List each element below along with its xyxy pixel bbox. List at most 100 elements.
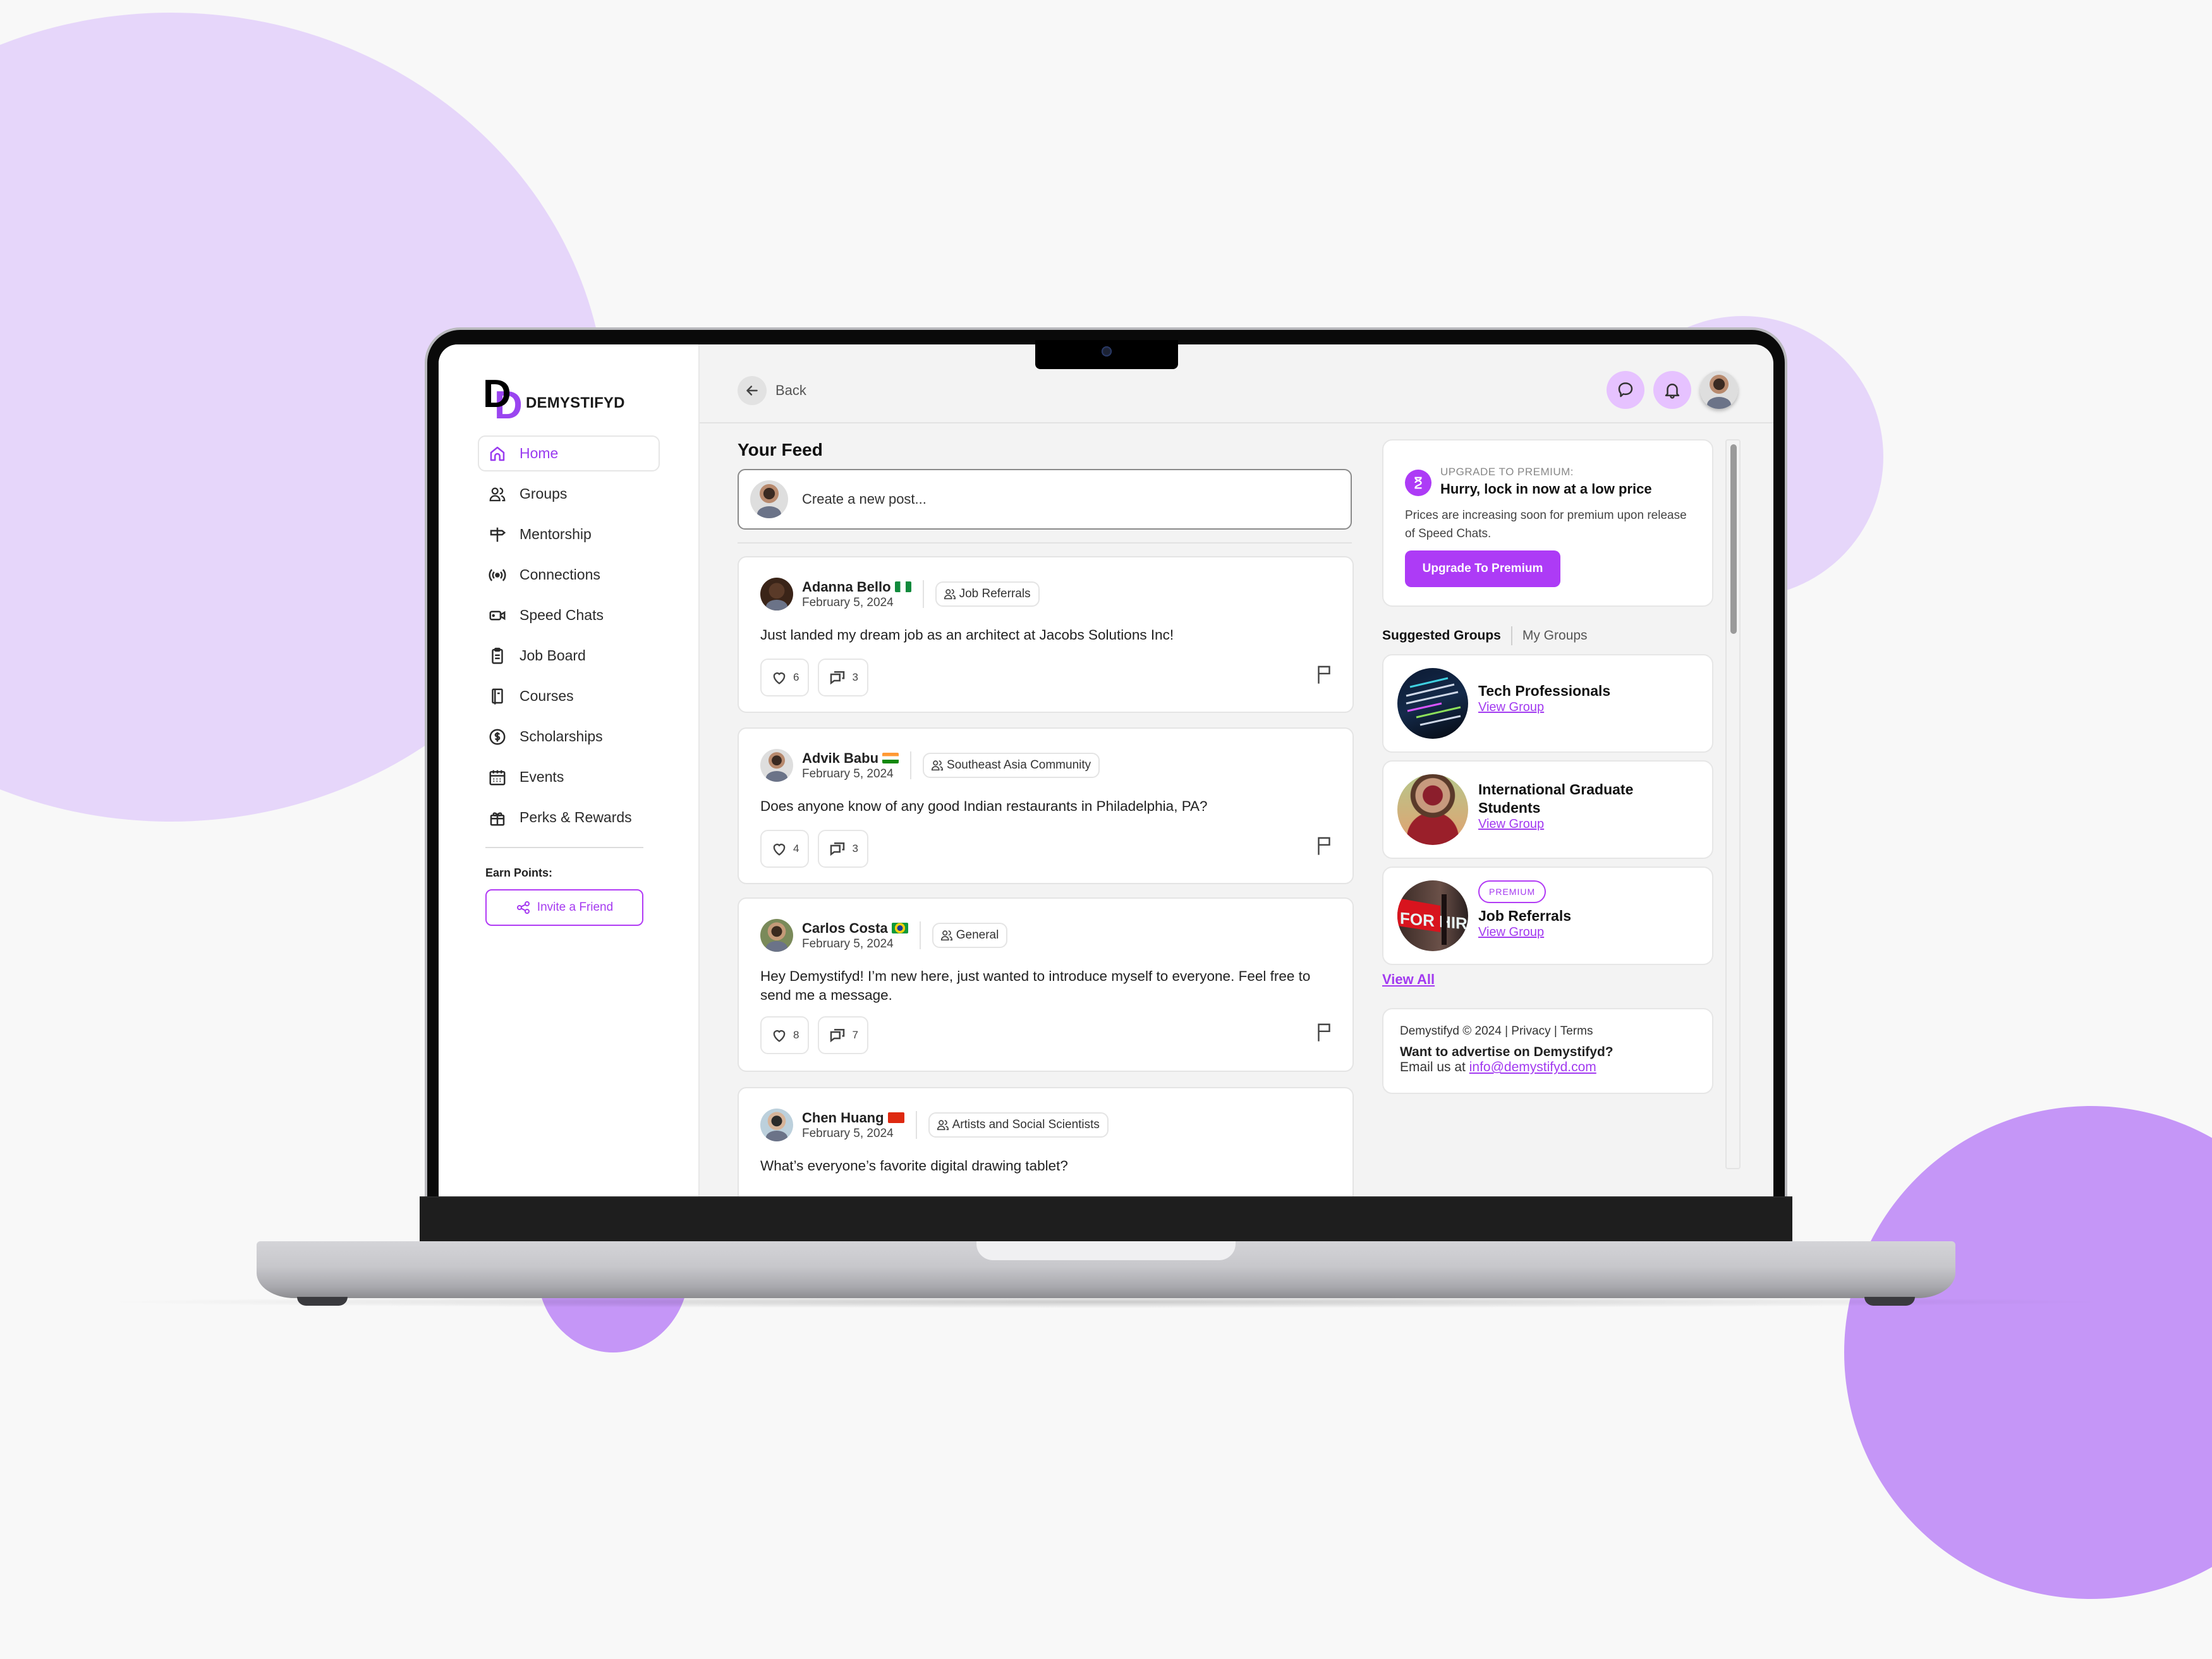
sidebar-item-events[interactable]: Events [478, 759, 660, 795]
author-name[interactable]: Advik Babu [802, 750, 899, 767]
comments-icon [830, 842, 845, 856]
group-name: Tech Professionals [1478, 683, 1611, 699]
like-button[interactable]: 8 [760, 1016, 810, 1054]
view-group-link[interactable]: View Group [1478, 925, 1544, 940]
invite-friend-label: Invite a Friend [537, 901, 614, 914]
create-post-placeholder: Create a new post... [802, 491, 927, 507]
flag-brazil-icon [891, 923, 908, 933]
like-button[interactable]: 6 [760, 659, 810, 696]
post-date: February 5, 2024 [802, 1126, 894, 1140]
footer-card: Demystifyd © 2024 | Privacy | Terms Want… [1382, 1008, 1713, 1094]
author-avatar[interactable] [760, 919, 793, 952]
report-flag-icon[interactable] [1315, 1021, 1334, 1043]
group-tag-label: General [956, 928, 999, 942]
header-separator [910, 751, 912, 779]
sidebar-item-mentorship[interactable]: Mentorship [478, 516, 660, 552]
create-post-input[interactable]: Create a new post... [738, 469, 1352, 530]
logo[interactable]: D D DEMYSTIFYD [483, 375, 625, 425]
back-arrow-icon [738, 376, 767, 405]
header-separator [919, 921, 921, 949]
author-name[interactable]: Chen Huang [802, 1110, 904, 1126]
author-name[interactable]: Adanna Bello [802, 579, 911, 595]
comment-button[interactable]: 3 [818, 659, 868, 696]
laptop-chin [420, 1196, 1792, 1242]
group-card: FOR HIRE PREMIUM Job Referrals View Grou… [1382, 866, 1713, 965]
post-card: Carlos Costa February 5, 2024 General He… [738, 897, 1354, 1072]
user-avatar[interactable] [1700, 371, 1738, 409]
author-avatar[interactable] [760, 749, 793, 782]
group-tag[interactable]: Job Referrals [935, 581, 1040, 607]
report-flag-icon[interactable] [1315, 664, 1334, 685]
comment-button[interactable]: 7 [818, 1016, 868, 1054]
group-tag-label: Southeast Asia Community [947, 758, 1091, 772]
tab-my-groups[interactable]: My Groups [1522, 628, 1588, 643]
group-card: Tech Professionals View Group [1382, 654, 1713, 753]
group-tag-label: Job Referrals [959, 587, 1031, 600]
back-button[interactable]: Back [738, 376, 806, 405]
post-header: Carlos Costa February 5, 2024 General [760, 919, 1008, 952]
promo-kicker: UPGRADE TO PREMIUM: [1440, 466, 1574, 478]
sidebar-item-perks-rewards[interactable]: Perks & Rewards [478, 799, 660, 836]
view-group-link[interactable]: View Group [1478, 700, 1544, 715]
sidebar-item-label: Groups [520, 485, 568, 502]
book-icon [492, 688, 503, 704]
comment-count: 3 [852, 671, 858, 683]
sidebar-item-home[interactable]: Home [478, 435, 660, 471]
sidebar-item-connections[interactable]: Connections [478, 557, 660, 593]
sidebar-item-label: Mentorship [520, 526, 592, 542]
email-link[interactable]: info@demystifyd.com [1469, 1060, 1596, 1074]
invite-friend-button[interactable]: Invite a Friend [485, 889, 643, 926]
sidebar-item-courses[interactable]: Courses [478, 678, 660, 714]
sidebar-item-scholarships[interactable]: Scholarships [478, 719, 660, 755]
groups-icon [931, 760, 944, 771]
premium-badge: PREMIUM [1478, 880, 1547, 903]
groups-icon [489, 487, 506, 501]
calendar-icon [489, 770, 506, 785]
comment-button[interactable]: 3 [818, 830, 868, 868]
promo-text: Prices are increasing soon for premium u… [1405, 509, 1687, 540]
laptop-foot [297, 1297, 348, 1306]
sidebar-item-groups[interactable]: Groups [478, 476, 660, 512]
current-user-avatar [750, 480, 788, 518]
author-avatar[interactable] [760, 578, 793, 611]
share-icon [516, 901, 530, 914]
comments-icon [830, 1029, 845, 1043]
group-card: International Graduate Students View Gro… [1382, 760, 1713, 859]
like-button[interactable]: 4 [760, 830, 810, 868]
feed-title: Your Feed [738, 440, 823, 459]
sidebar-item-label: Courses [520, 688, 574, 704]
tab-suggested-groups[interactable]: Suggested Groups [1382, 628, 1501, 643]
upgrade-premium-button[interactable]: Upgrade To Premium [1405, 550, 1560, 587]
sidebar-item-label: Speed Chats [520, 607, 604, 623]
scrollbar[interactable] [1725, 439, 1741, 1169]
heart-icon [773, 672, 786, 684]
video-icon [489, 611, 506, 620]
comment-count: 7 [852, 1029, 858, 1041]
header-separator [922, 580, 924, 608]
bell-icon [1665, 384, 1680, 399]
scrollbar-thumb[interactable] [1730, 444, 1737, 634]
sidebar-item-label: Events [520, 769, 564, 785]
group-tag[interactable]: Artists and Social Scientists [928, 1112, 1109, 1138]
like-count: 8 [793, 1029, 799, 1041]
post-actions: 6 3 [760, 659, 868, 696]
author-name[interactable]: Carlos Costa [802, 920, 908, 937]
view-group-link[interactable]: View Group [1478, 817, 1544, 832]
groups-icon [944, 589, 956, 600]
group-tag[interactable]: Southeast Asia Community [923, 753, 1100, 778]
sidebar-item-job-board[interactable]: Job Board [478, 638, 660, 674]
view-all-groups-link[interactable]: View All [1382, 971, 1435, 988]
footer-copyright[interactable]: Demystifyd © 2024 | Privacy | Terms [1400, 1024, 1696, 1038]
dollar-icon [489, 729, 506, 744]
messages-button[interactable] [1607, 371, 1644, 409]
report-flag-icon[interactable] [1315, 835, 1334, 856]
flag-nigeria-icon [894, 581, 911, 592]
heart-icon [773, 1030, 786, 1042]
post-text: Does anyone know of any good Indian rest… [760, 798, 1208, 814]
notifications-button[interactable] [1653, 371, 1691, 409]
flag-china-icon [887, 1112, 904, 1123]
sidebar-item-speed-chats[interactable]: Speed Chats [478, 597, 660, 633]
author-avatar[interactable] [760, 1109, 793, 1141]
group-tag[interactable]: General [932, 923, 1008, 948]
advertise-contact: Email us at info@demystifyd.com [1400, 1060, 1696, 1075]
